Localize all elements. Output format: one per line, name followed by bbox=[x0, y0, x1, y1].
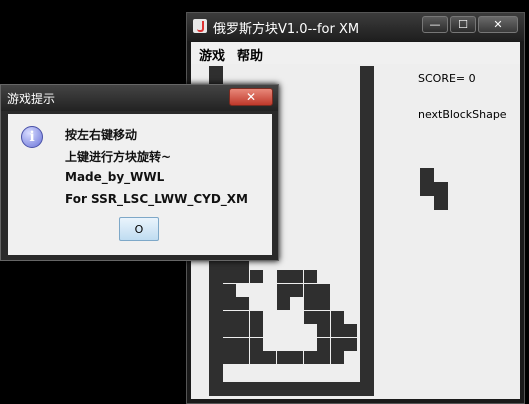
next-block-cell bbox=[420, 182, 434, 196]
board-cell bbox=[222, 283, 236, 297]
board-cell bbox=[222, 310, 236, 324]
board-cell bbox=[249, 351, 263, 364]
board-floor bbox=[209, 382, 374, 396]
board-cell bbox=[222, 324, 236, 337]
board-cell bbox=[276, 297, 290, 310]
board-cell bbox=[317, 297, 330, 310]
menu-bar: 游戏 帮助 bbox=[191, 42, 520, 65]
board-cell bbox=[249, 337, 263, 351]
dialog-message-line: 上键进行方块旋转~ bbox=[65, 150, 172, 164]
board-cell bbox=[330, 324, 344, 337]
board-cell bbox=[303, 310, 317, 324]
dialog-message-line: 按左右键移动 bbox=[65, 128, 138, 142]
window-title: 俄罗斯方块V1.0--for XM bbox=[213, 22, 360, 37]
board-cell bbox=[249, 324, 263, 337]
dialog-close-button[interactable]: ✕ bbox=[229, 88, 273, 106]
board-cell bbox=[236, 324, 249, 337]
board-cell bbox=[249, 270, 263, 283]
maximize-button[interactable]: ☐ bbox=[450, 16, 476, 33]
info-dialog: 游戏提示 ✕ i 按左右键移动 上键进行方块旋转~ Made_by_WWL Fo… bbox=[0, 84, 279, 261]
next-block-label: nextBlockShape bbox=[418, 108, 507, 121]
board-cell bbox=[344, 324, 357, 337]
minimize-button[interactable]: — bbox=[422, 16, 448, 33]
board-cell bbox=[330, 310, 344, 324]
dialog-title-bar[interactable]: 游戏提示 ✕ bbox=[1, 85, 278, 111]
board-cell bbox=[290, 270, 303, 283]
board-cell bbox=[276, 270, 290, 283]
board-cell bbox=[222, 337, 236, 351]
title-bar[interactable]: 俄罗斯方块V1.0--for XM — ☐ ✕ bbox=[187, 13, 524, 41]
ok-button[interactable]: O bbox=[119, 217, 159, 241]
board-cell bbox=[317, 351, 330, 364]
board-cell bbox=[303, 297, 317, 310]
board-cell bbox=[317, 283, 330, 297]
window-controls: — ☐ ✕ bbox=[422, 16, 518, 33]
info-icon: i bbox=[21, 126, 43, 148]
board-cell bbox=[276, 351, 290, 364]
board-cell bbox=[276, 283, 290, 297]
board-cell bbox=[330, 351, 344, 364]
board-cell bbox=[236, 297, 249, 310]
board-cell bbox=[236, 270, 249, 283]
dialog-message-line: Made_by_WWL bbox=[65, 170, 165, 184]
board-cell bbox=[303, 270, 317, 283]
menu-game[interactable]: 游戏 bbox=[199, 45, 225, 64]
board-cell bbox=[290, 351, 303, 364]
score-label: SCORE= 0 bbox=[418, 72, 476, 85]
board-cell bbox=[290, 283, 303, 297]
board-cell bbox=[330, 337, 344, 351]
dialog-title: 游戏提示 bbox=[7, 92, 56, 106]
board-cell bbox=[303, 283, 317, 297]
board-cell bbox=[303, 351, 317, 364]
board-cell bbox=[222, 297, 236, 310]
board-cell bbox=[263, 351, 276, 364]
next-block-cell bbox=[434, 196, 448, 210]
dialog-message-line: For SSR_LSC_LWW_CYD_XM bbox=[65, 192, 248, 206]
close-button[interactable]: ✕ bbox=[478, 16, 518, 33]
next-block-cell bbox=[434, 182, 448, 196]
next-block-cell bbox=[420, 168, 434, 182]
menu-help[interactable]: 帮助 bbox=[237, 45, 263, 64]
java-app-icon bbox=[193, 19, 207, 33]
dialog-body: i 按左右键移动 上键进行方块旋转~ Made_by_WWL For SSR_L… bbox=[8, 114, 272, 255]
board-cell bbox=[236, 351, 249, 364]
board-cell bbox=[222, 351, 236, 364]
board-cell bbox=[236, 337, 249, 351]
board-cell bbox=[317, 310, 330, 324]
board-cell bbox=[317, 324, 330, 337]
board-cell bbox=[344, 337, 357, 351]
board-cell bbox=[317, 337, 330, 351]
board-cell bbox=[249, 310, 263, 324]
board-cell bbox=[236, 310, 249, 324]
board-cell bbox=[222, 270, 236, 283]
